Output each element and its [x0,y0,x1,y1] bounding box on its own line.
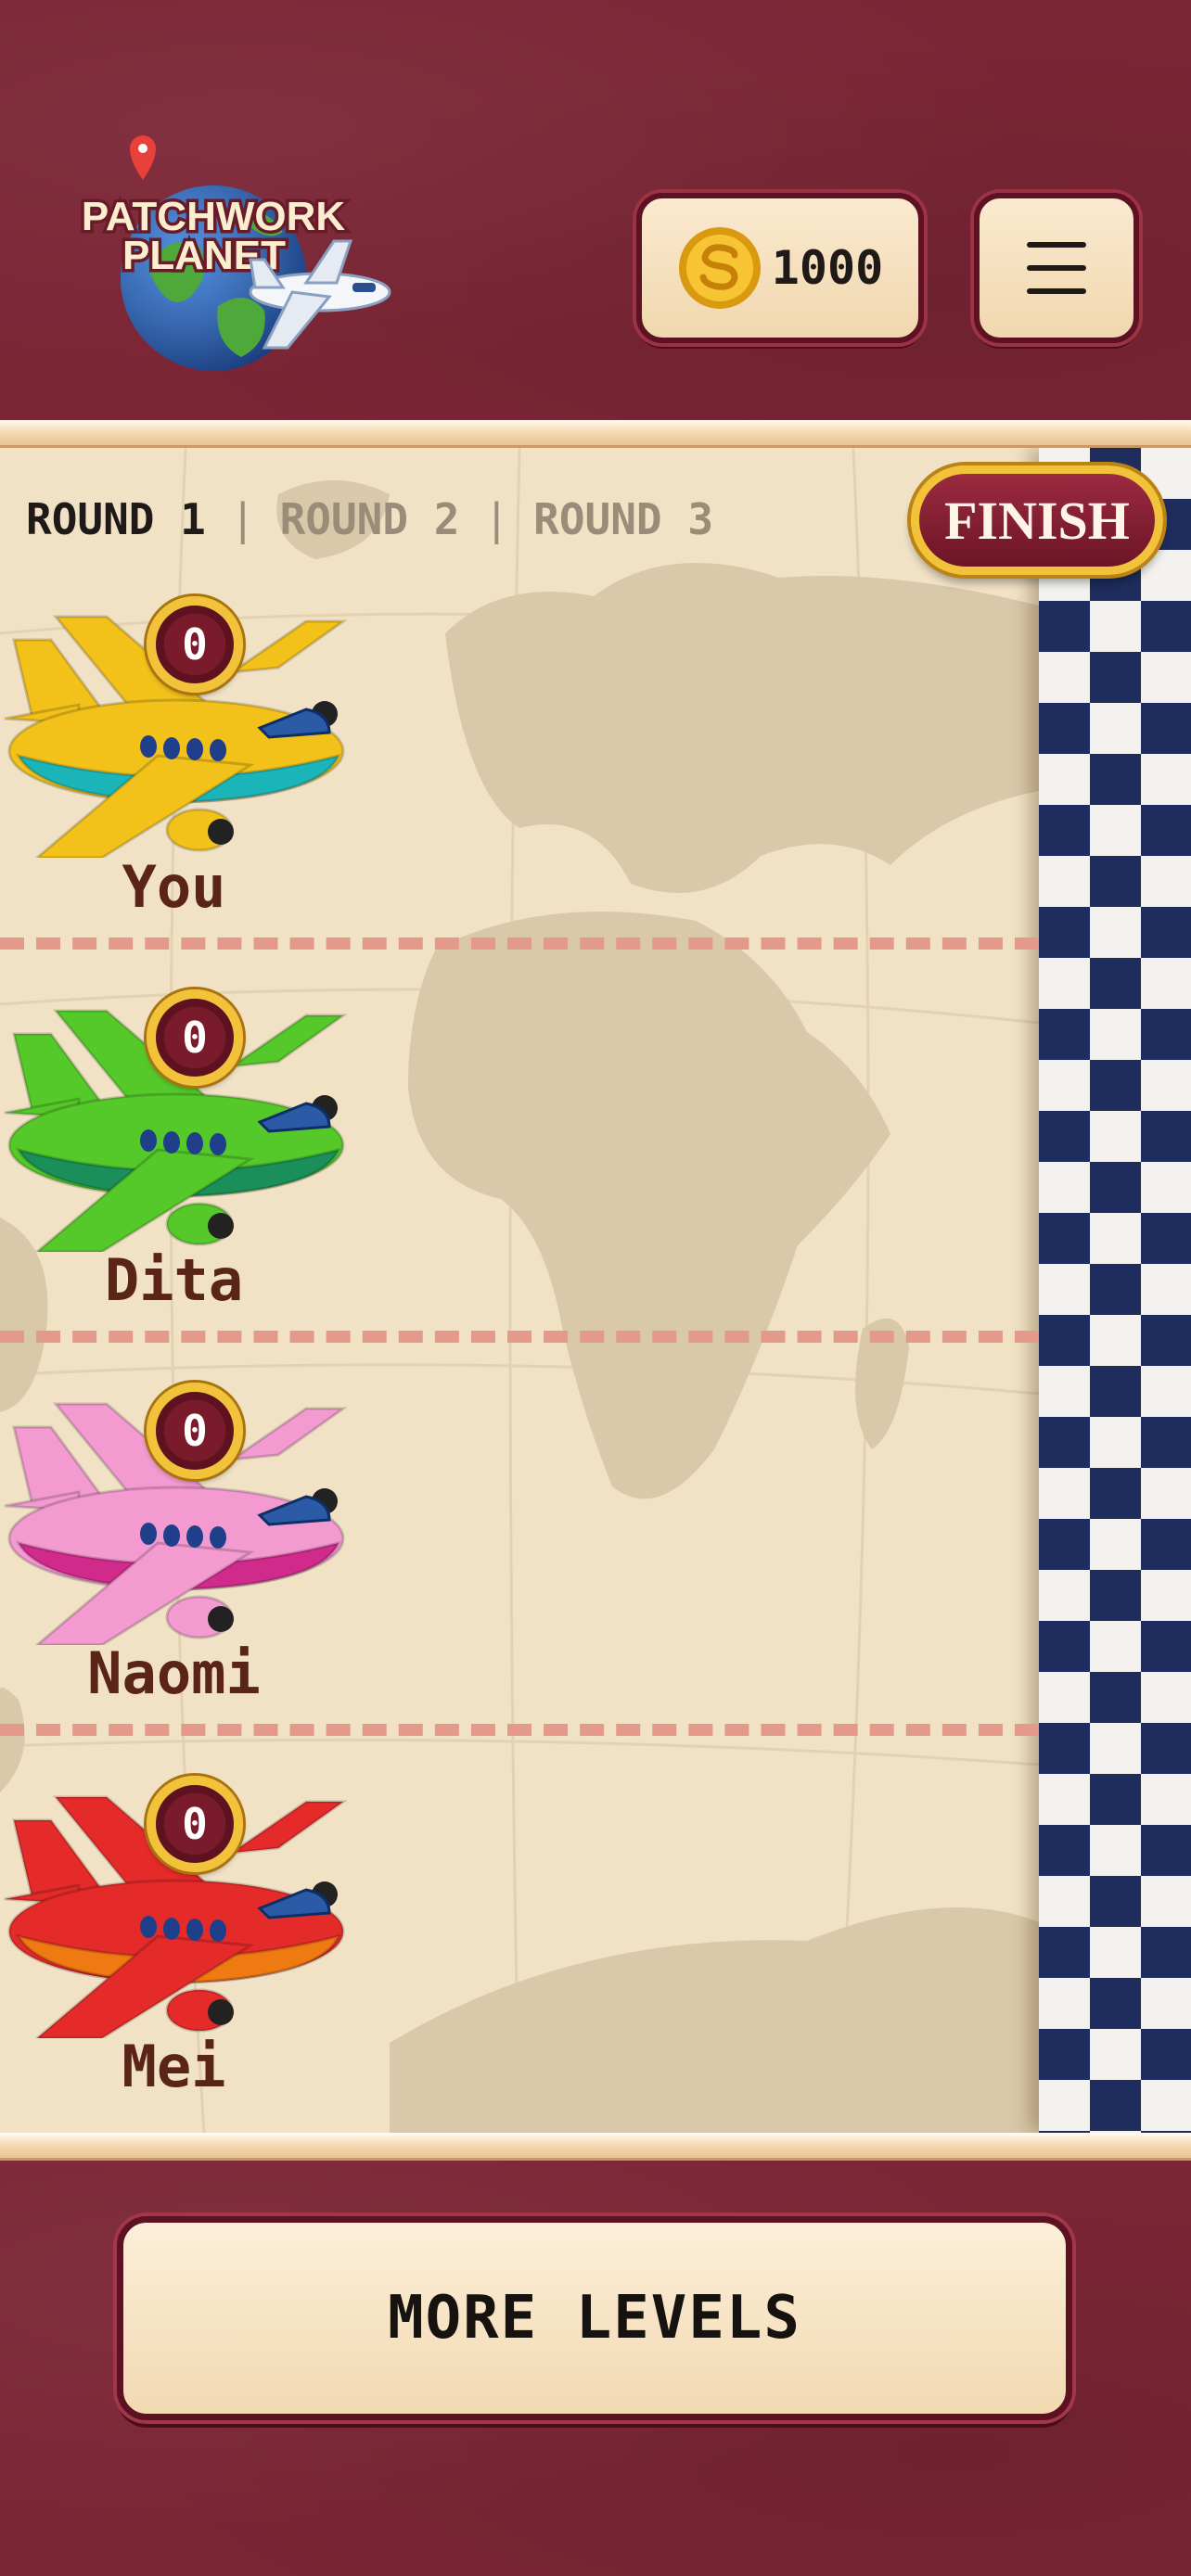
patchwork-planet-logo: PATCHWORK PLANET [78,135,391,371]
player-name: Mei [122,2033,226,2100]
tab-round-3[interactable]: ROUND 3 [533,494,713,544]
tab-round-2[interactable]: ROUND 2 [280,494,460,544]
finish-badge: FINISH [911,465,1163,575]
lane-divider [0,1331,1039,1343]
lane-divider [0,937,1039,950]
track-rail-bottom [0,2133,1191,2161]
tab-round-1[interactable]: ROUND 1 [26,494,206,544]
player-name: You [122,853,226,921]
coin-counter: 1000 [636,193,924,343]
finish-line-checkered [1039,448,1191,2133]
player-name: Dita [104,1246,244,1314]
score-badge: 0 [147,1383,243,1479]
coin-icon [678,227,761,309]
header-bar: PATCHWORK PLANET 1000 [0,0,1191,422]
player-name: Naomi [87,1639,261,1707]
more-levels-button[interactable]: MORE LEVELS [117,2216,1072,2420]
round-tabs: ROUND 1 | ROUND 2 | ROUND 3 [26,491,713,547]
score-badge: 0 [147,989,243,1086]
menu-button[interactable] [974,193,1139,343]
coin-count: 1000 [771,241,884,295]
score-badge: 0 [147,1776,243,1872]
round-separator: | [483,494,510,544]
score-badge: 0 [147,596,243,693]
round-separator: | [229,494,256,544]
lane-divider [0,1724,1039,1736]
hamburger-icon [1027,242,1086,294]
track-rail-top [0,420,1191,448]
